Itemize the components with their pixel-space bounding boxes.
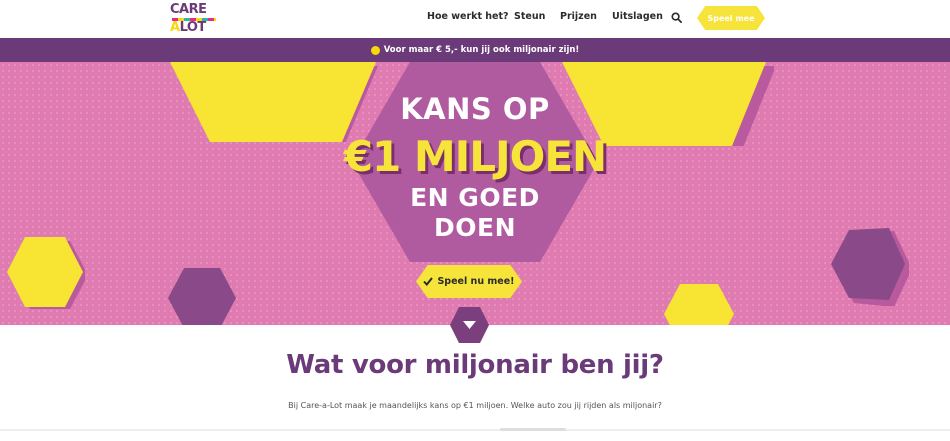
- hero-line-kans-op: KANS OP: [400, 92, 550, 126]
- promo-banner: Voor maar € 5,- kun jij ook miljonair zi…: [0, 38, 950, 62]
- yellow-hexagon-bottom-right: [664, 284, 734, 325]
- logo-lot: LOT: [179, 20, 207, 35]
- speel-nu-mee-label: Speel nu mee!: [437, 276, 515, 287]
- purple-hexagon-left: [168, 268, 236, 325]
- nav-uitslagen[interactable]: Uitslagen: [612, 11, 663, 22]
- nav-prijzen[interactable]: Prijzen: [560, 11, 597, 22]
- promo-text: Voor maar € 5,- kun jij ook miljonair zi…: [383, 45, 580, 55]
- hero-line-doen: DOEN: [433, 213, 516, 242]
- hero-line-miljoen: €1 MILJOEN: [343, 132, 607, 181]
- speel-nu-mee-button[interactable]: Speel nu mee!: [416, 265, 522, 298]
- nav-hoe-werkt-het[interactable]: Hoe werkt het?: [427, 11, 509, 22]
- logo-a: A: [170, 20, 180, 35]
- yellow-hexagon-left: [7, 237, 85, 309]
- nav-steun[interactable]: Steun: [514, 11, 545, 22]
- speel-mee-label: Speel mee: [707, 13, 755, 23]
- logo-line-2: ALOT: [170, 21, 218, 34]
- site-header: CARE ALOT Hoe werkt het? Steun Prijzen U…: [0, 0, 950, 38]
- logo-dots: [172, 18, 216, 21]
- scroll-indicator: [500, 428, 566, 431]
- logo-line-1: CARE: [170, 2, 207, 17]
- search-icon[interactable]: [671, 12, 682, 23]
- coin-icon: [370, 45, 380, 55]
- hero-line-en-goed: EN GOED: [410, 183, 540, 212]
- scroll-down-button[interactable]: [450, 307, 489, 343]
- section-intro-text: Bij Care-a-Lot maak je maandelijks kans …: [288, 401, 662, 410]
- care-a-lot-logo[interactable]: CARE ALOT: [170, 3, 218, 35]
- check-icon: [423, 277, 434, 286]
- divider: [0, 429, 950, 431]
- speel-mee-button[interactable]: Speel mee: [697, 6, 765, 30]
- hero-section: KANS OP €1 MILJOEN EN GOED DOEN Speel nu…: [0, 62, 950, 325]
- section-heading: Wat voor miljonair ben jij?: [286, 350, 664, 380]
